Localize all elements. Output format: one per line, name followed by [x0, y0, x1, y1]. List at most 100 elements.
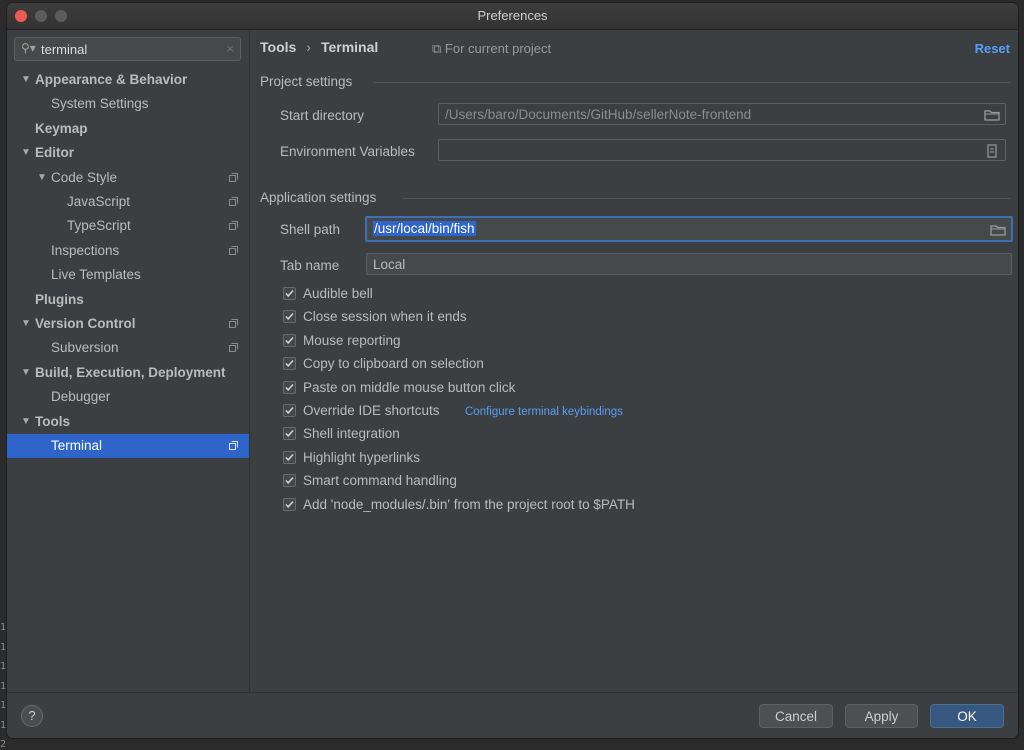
section-divider: [374, 82, 1010, 83]
option-label: Audible bell: [303, 286, 373, 301]
apply-button[interactable]: Apply: [845, 704, 918, 728]
sidebar-item-label: Terminal: [51, 438, 103, 453]
sidebar-item-version-control[interactable]: ▼ Version Control: [7, 312, 249, 336]
sidebar-item-tools[interactable]: ▼ Tools: [7, 410, 249, 434]
option-label: Add 'node_modules/.bin' from the project…: [303, 496, 635, 512]
checkbox[interactable]: [283, 450, 296, 464]
checkmark-icon: [285, 313, 294, 321]
checkbox[interactable]: [283, 497, 296, 511]
environment-variables-field[interactable]: [438, 139, 1006, 161]
help-button[interactable]: ?: [21, 705, 43, 727]
sidebar-item-label: Tools: [35, 413, 70, 429]
settings-search-input[interactable]: [41, 40, 211, 58]
shell-path-value: /usr/local/bin/fish: [373, 221, 476, 236]
settings-search-box[interactable]: ⚲▾ ×: [14, 37, 241, 61]
edit-list-icon[interactable]: [984, 143, 1000, 158]
sidebar-item-build-execution-deployment[interactable]: ▼ Build, Execution, Deployment: [7, 361, 249, 385]
environment-variables-label: Environment Variables: [280, 144, 415, 159]
checkbox[interactable]: [283, 404, 296, 417]
preferences-window: Preferences ⚲▾ × ▼ Appearance & Behavior S…: [7, 3, 1018, 738]
sidebar-item-terminal[interactable]: Terminal: [7, 434, 249, 458]
project-scope-icon: [229, 197, 238, 206]
start-directory-field[interactable]: /Users/baro/Documents/GitHub/sellerNote-…: [438, 103, 1006, 125]
folder-icon[interactable]: [984, 107, 1000, 121]
minimize-window-button[interactable]: [35, 10, 47, 22]
breadcrumb: Tools › Terminal: [260, 39, 378, 55]
ok-button[interactable]: OK: [930, 704, 1004, 728]
sidebar-item-label: System Settings: [51, 96, 149, 112]
clear-search-icon[interactable]: ×: [226, 41, 234, 56]
tab-name-field[interactable]: Local: [366, 253, 1012, 275]
sidebar-item-live-templates[interactable]: Live Templates: [7, 263, 249, 287]
option-label: Close session when it ends: [303, 309, 467, 325]
zoom-window-button[interactable]: [55, 10, 67, 22]
expand-arrow-icon[interactable]: ▼: [21, 141, 31, 165]
title-bar: Preferences: [7, 3, 1018, 30]
checkbox[interactable]: [283, 287, 296, 300]
project-scope-icon: [229, 343, 238, 353]
breadcrumb-separator: ›: [306, 39, 311, 55]
sidebar-item-system-settings[interactable]: System Settings: [7, 92, 249, 116]
checkbox[interactable]: [283, 474, 296, 488]
expand-arrow-icon[interactable]: ▼: [37, 166, 47, 190]
sidebar-item-label: Debugger: [51, 389, 111, 405]
checkbox[interactable]: [283, 427, 296, 441]
expand-arrow-icon[interactable]: ▼: [21, 312, 31, 336]
gutter-line-number: 1: [0, 680, 7, 692]
project-scope-icon: [229, 441, 238, 450]
configure-keybindings-link[interactable]: Configure terminal keybindings: [465, 402, 623, 422]
sidebar-item-label: TypeScript: [67, 218, 131, 234]
option-label: Paste on middle mouse button click: [303, 379, 516, 395]
sidebar-item-appearance-behavior[interactable]: ▼ Appearance & Behavior: [7, 68, 249, 92]
checkmark-icon: [285, 453, 294, 461]
breadcrumb-parent: Tools: [260, 39, 297, 55]
sidebar-item-keymap[interactable]: Keymap: [7, 117, 249, 141]
sidebar-item-plugins[interactable]: Plugins: [7, 288, 249, 312]
reset-link[interactable]: Reset: [975, 41, 1010, 56]
sidebar-item-code-style[interactable]: ▼ Code Style: [7, 166, 249, 190]
gutter-line-number: 1: [0, 719, 7, 731]
gutter-line-number: 1: [0, 661, 7, 672]
breadcrumb-current: Terminal: [320, 39, 379, 55]
expand-arrow-icon[interactable]: ▼: [21, 361, 31, 385]
checkbox[interactable]: [283, 310, 296, 324]
tab-name-value: Local: [373, 257, 406, 272]
sidebar-item-label: Version Control: [35, 316, 136, 331]
scope-indicator: ⧉ For current project: [432, 41, 551, 57]
checkmark-icon: [285, 406, 294, 415]
shell-path-field[interactable]: /usr/local/bin/fish: [365, 216, 1013, 242]
scope-label: For current project: [444, 41, 552, 56]
sidebar-item-label: Inspections: [51, 242, 120, 258]
window-title: Preferences: [477, 8, 548, 23]
folder-icon[interactable]: [990, 223, 1006, 237]
search-icon: ⚲▾: [21, 41, 36, 55]
sidebar-item-javascript[interactable]: JavaScript: [7, 190, 249, 214]
sidebar-item-debugger[interactable]: Debugger: [7, 385, 249, 409]
expand-arrow-icon[interactable]: ▼: [21, 68, 31, 92]
shell-path-label: Shell path: [280, 222, 341, 237]
checkmark-icon: [285, 500, 294, 508]
dialog-footer: ? Cancel Apply OK: [7, 692, 1018, 738]
checkmark-icon: [285, 383, 294, 391]
cancel-button[interactable]: Cancel: [759, 704, 833, 728]
sidebar-item-label: Code Style: [51, 169, 118, 185]
gutter-line-number: 1: [0, 622, 7, 633]
project-scope-icon: [229, 245, 238, 255]
sidebar-item-label: Plugins: [35, 291, 84, 307]
project-scope-icon: [229, 319, 238, 328]
sidebar-item-subversion[interactable]: Subversion: [7, 336, 249, 360]
start-directory-value: /Users/baro/Documents/GitHub/sellerNote-…: [445, 107, 752, 122]
close-window-button[interactable]: [15, 10, 27, 22]
application-settings-title: Application settings: [260, 190, 377, 205]
checkbox[interactable]: [283, 333, 296, 347]
sidebar-item-inspections[interactable]: Inspections: [7, 239, 249, 263]
sidebar-item-typescript[interactable]: TypeScript: [7, 214, 249, 238]
option-label: Shell integration: [303, 426, 400, 442]
tab-name-label: Tab name: [280, 258, 340, 273]
sidebar-item-label: Live Templates: [51, 267, 141, 283]
sidebar-item-editor[interactable]: ▼ Editor: [7, 141, 249, 165]
checkbox[interactable]: [283, 357, 296, 371]
expand-arrow-icon[interactable]: ▼: [21, 410, 31, 434]
option-label: Copy to clipboard on selection: [303, 356, 484, 372]
checkbox[interactable]: [283, 380, 296, 394]
